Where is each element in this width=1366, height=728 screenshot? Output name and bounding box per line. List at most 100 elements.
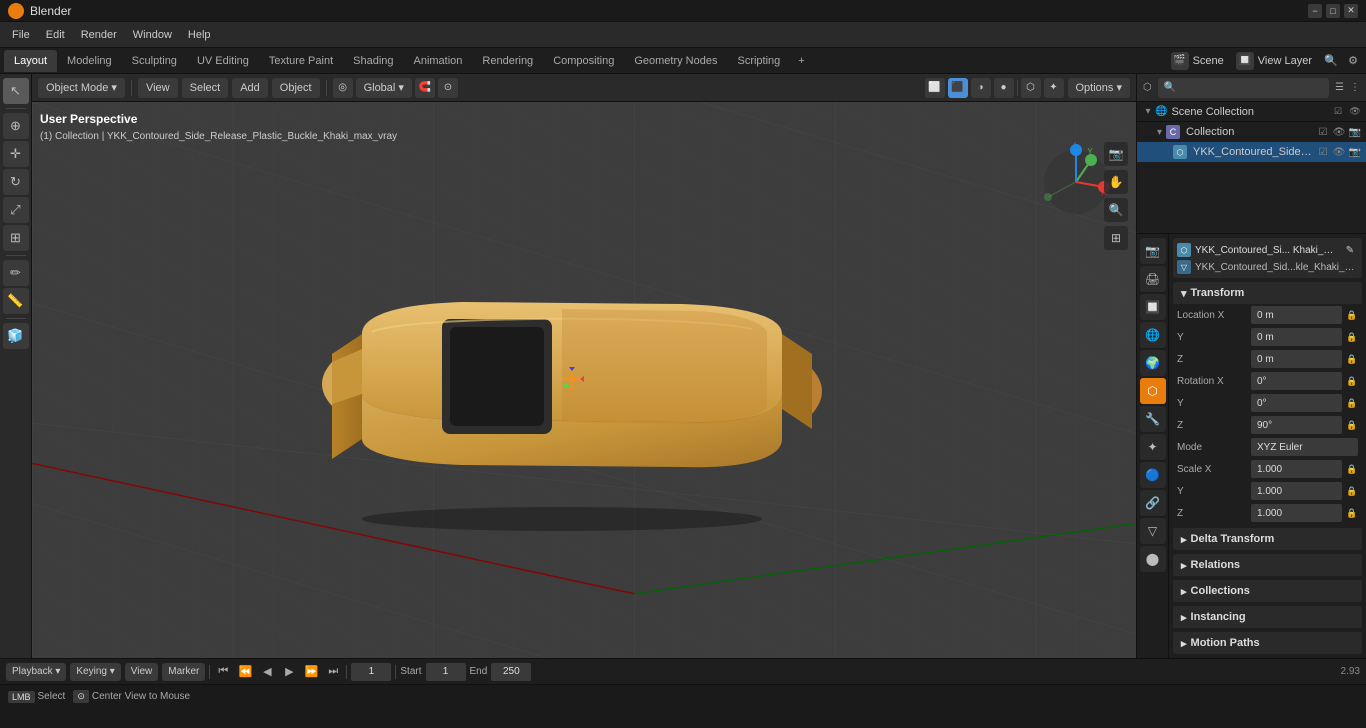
- object-menu[interactable]: Object: [272, 78, 320, 98]
- select-menu[interactable]: Select: [182, 78, 229, 98]
- shading-solid-icon[interactable]: ⬛: [948, 78, 968, 98]
- start-frame[interactable]: 1: [426, 663, 466, 681]
- jump-start-button[interactable]: ⏮: [214, 663, 232, 681]
- outliner-object-row[interactable]: ⬡ YKK_Contoured_Side_Rel ☑ 👁 📷: [1137, 142, 1366, 162]
- delta-transform-header[interactable]: ▸ Delta Transform: [1173, 528, 1362, 550]
- tab-sculpting[interactable]: Sculpting: [122, 50, 187, 72]
- scene-eye-icon[interactable]: 👁: [1348, 105, 1362, 119]
- prop-tab-render[interactable]: 📷: [1140, 238, 1166, 264]
- scale-z-value[interactable]: 1.000: [1251, 504, 1342, 522]
- tool-measure[interactable]: 📏: [3, 288, 29, 314]
- menu-file[interactable]: File: [4, 25, 38, 45]
- scene-label[interactable]: Scene: [1193, 55, 1224, 67]
- tab-rendering[interactable]: Rendering: [472, 50, 543, 72]
- scale-x-value[interactable]: 1.000: [1251, 460, 1342, 478]
- prop-tab-object[interactable]: ⬡: [1140, 378, 1166, 404]
- loc-x-lock[interactable]: 🔒: [1346, 309, 1358, 321]
- prop-tab-output[interactable]: 🖨: [1140, 266, 1166, 292]
- timeline-view-menu[interactable]: View: [125, 663, 159, 681]
- rot-y-value[interactable]: 0°: [1251, 394, 1342, 412]
- add-workspace-button[interactable]: +: [790, 52, 812, 70]
- scene-checkbox[interactable]: ☑: [1331, 105, 1345, 119]
- close-button[interactable]: ✕: [1344, 4, 1358, 18]
- menu-window[interactable]: Window: [125, 25, 180, 45]
- snap-icon[interactable]: 🧲: [415, 78, 435, 98]
- add-menu[interactable]: Add: [232, 78, 268, 98]
- instancing-header[interactable]: ▸ Instancing: [1173, 606, 1362, 628]
- shading-material-icon[interactable]: ◑: [971, 78, 991, 98]
- current-frame[interactable]: 1: [351, 663, 391, 681]
- tab-shading[interactable]: Shading: [343, 50, 403, 72]
- tab-scripting[interactable]: Scripting: [727, 50, 790, 72]
- hand-move-button[interactable]: ✋: [1104, 170, 1128, 194]
- tool-select[interactable]: ↖: [3, 78, 29, 104]
- prop-tab-modifier[interactable]: 🔧: [1140, 406, 1166, 432]
- shading-rendered-icon[interactable]: ●: [994, 78, 1014, 98]
- outliner-icon[interactable]: ⬡: [1143, 82, 1152, 93]
- playback-menu[interactable]: Playback ▾: [6, 663, 66, 681]
- rot-x-lock[interactable]: 🔒: [1346, 375, 1358, 387]
- search-icon[interactable]: 🔍: [1322, 52, 1340, 70]
- tool-scale[interactable]: ⤢: [3, 197, 29, 223]
- rot-z-lock[interactable]: 🔒: [1346, 419, 1358, 431]
- obj-name-edit[interactable]: ✎: [1342, 242, 1358, 258]
- prop-tab-view-layer[interactable]: 🔲: [1140, 294, 1166, 320]
- shading-wire-icon[interactable]: ⬜: [925, 78, 945, 98]
- step-forward-button[interactable]: ⏩: [302, 663, 320, 681]
- proportional-edit-icon[interactable]: ⊙: [438, 78, 458, 98]
- tool-annotate[interactable]: ✏: [3, 260, 29, 286]
- loc-z-lock[interactable]: 🔒: [1346, 353, 1358, 365]
- grid-view-button[interactable]: ⊞: [1104, 226, 1128, 250]
- obj-eye[interactable]: 👁: [1332, 145, 1346, 159]
- loc-y-value[interactable]: 0 m: [1251, 328, 1342, 346]
- loc-z-value[interactable]: 0 m: [1251, 350, 1342, 368]
- menu-render[interactable]: Render: [73, 25, 125, 45]
- prop-tab-constraints[interactable]: 🔗: [1140, 490, 1166, 516]
- scale-y-lock[interactable]: 🔒: [1346, 485, 1358, 497]
- scale-z-lock[interactable]: 🔒: [1346, 507, 1358, 519]
- outliner-search[interactable]: 🔍: [1158, 78, 1329, 98]
- maximize-button[interactable]: □: [1326, 4, 1340, 18]
- view-menu[interactable]: View: [138, 78, 178, 98]
- outliner-sort[interactable]: ⋮: [1350, 82, 1360, 93]
- minimize-button[interactable]: −: [1308, 4, 1322, 18]
- transform-pivot-icon[interactable]: ◎: [333, 78, 353, 98]
- motion-paths-header[interactable]: ▸ Motion Paths: [1173, 632, 1362, 654]
- rot-z-value[interactable]: 90°: [1251, 416, 1342, 434]
- scene-icon[interactable]: 🎬: [1171, 52, 1189, 70]
- rot-y-lock[interactable]: 🔒: [1346, 397, 1358, 409]
- collection-render[interactable]: 📷: [1348, 125, 1362, 139]
- options-dropdown[interactable]: Options ▾: [1068, 78, 1131, 98]
- tool-transform[interactable]: ⊞: [3, 225, 29, 251]
- tab-texture-paint[interactable]: Texture Paint: [259, 50, 343, 72]
- rot-mode-value[interactable]: XYZ Euler: [1251, 438, 1358, 456]
- marker-menu[interactable]: Marker: [162, 663, 205, 681]
- step-back-button[interactable]: ⏪: [236, 663, 254, 681]
- jump-end-button[interactable]: ⏭: [324, 663, 342, 681]
- transform-global-dropdown[interactable]: Global ▾: [356, 78, 412, 98]
- scale-y-value[interactable]: 1.000: [1251, 482, 1342, 500]
- rot-x-value[interactable]: 0°: [1251, 372, 1342, 390]
- collection-expand-icon[interactable]: ▾: [1157, 127, 1162, 138]
- play-button[interactable]: ▶: [280, 663, 298, 681]
- prop-tab-material[interactable]: ⬤: [1140, 546, 1166, 572]
- loc-x-value[interactable]: 0 m: [1251, 306, 1342, 324]
- filter-icon[interactable]: ⚙: [1344, 52, 1362, 70]
- scale-x-lock[interactable]: 🔒: [1346, 463, 1358, 475]
- tool-move[interactable]: ✛: [3, 141, 29, 167]
- xray-icon[interactable]: ✦: [1044, 78, 1064, 98]
- prop-tab-world[interactable]: 🌍: [1140, 350, 1166, 376]
- tab-compositing[interactable]: Compositing: [543, 50, 624, 72]
- tab-geometry-nodes[interactable]: Geometry Nodes: [624, 50, 727, 72]
- relations-header[interactable]: ▸ Relations: [1173, 554, 1362, 576]
- scene-expand-icon[interactable]: ▾: [1141, 106, 1155, 117]
- outliner-filter[interactable]: ☰: [1335, 82, 1344, 93]
- prop-tab-physics[interactable]: 🔵: [1140, 462, 1166, 488]
- tab-animation[interactable]: Animation: [404, 50, 473, 72]
- keying-menu[interactable]: Keying ▾: [70, 663, 120, 681]
- transform-header[interactable]: ▾ Transform: [1173, 282, 1362, 304]
- menu-edit[interactable]: Edit: [38, 25, 73, 45]
- overlay-icon[interactable]: ⬡: [1021, 78, 1041, 98]
- tool-rotate[interactable]: ↻: [3, 169, 29, 195]
- tab-layout[interactable]: Layout: [4, 50, 57, 72]
